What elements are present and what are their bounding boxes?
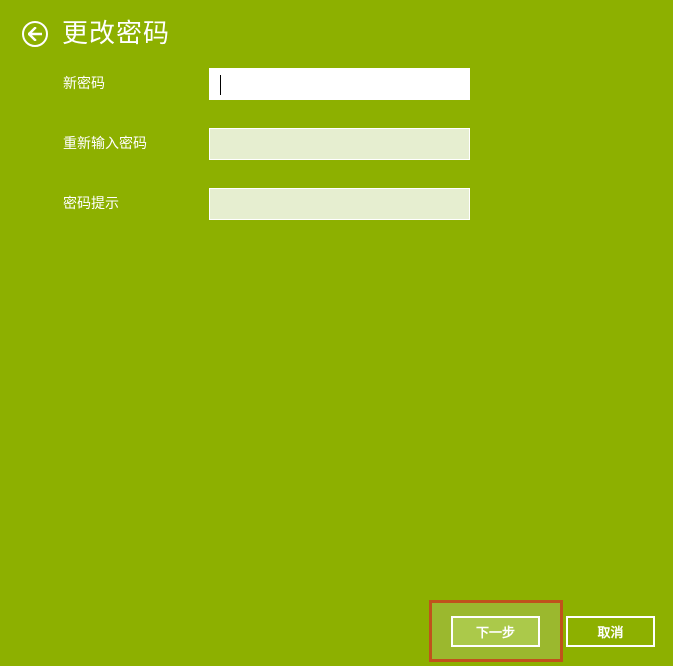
- password-hint-input[interactable]: [209, 188, 470, 220]
- new-password-row: 新密码: [63, 68, 483, 100]
- page-title: 更改密码: [62, 19, 171, 49]
- new-password-input[interactable]: [209, 68, 470, 100]
- password-hint-label: 密码提示: [63, 196, 119, 212]
- confirm-password-input[interactable]: [209, 128, 470, 160]
- new-password-label: 新密码: [63, 76, 105, 92]
- back-button[interactable]: [22, 21, 48, 47]
- header: 更改密码: [22, 16, 170, 52]
- confirm-password-label: 重新输入密码: [63, 136, 147, 152]
- arrow-left-icon: [28, 27, 42, 41]
- password-hint-row: 密码提示: [63, 188, 483, 220]
- confirm-password-row: 重新输入密码: [63, 128, 483, 160]
- next-button[interactable]: 下一步: [451, 616, 540, 647]
- cancel-button[interactable]: 取消: [566, 616, 655, 647]
- text-caret: [220, 75, 221, 95]
